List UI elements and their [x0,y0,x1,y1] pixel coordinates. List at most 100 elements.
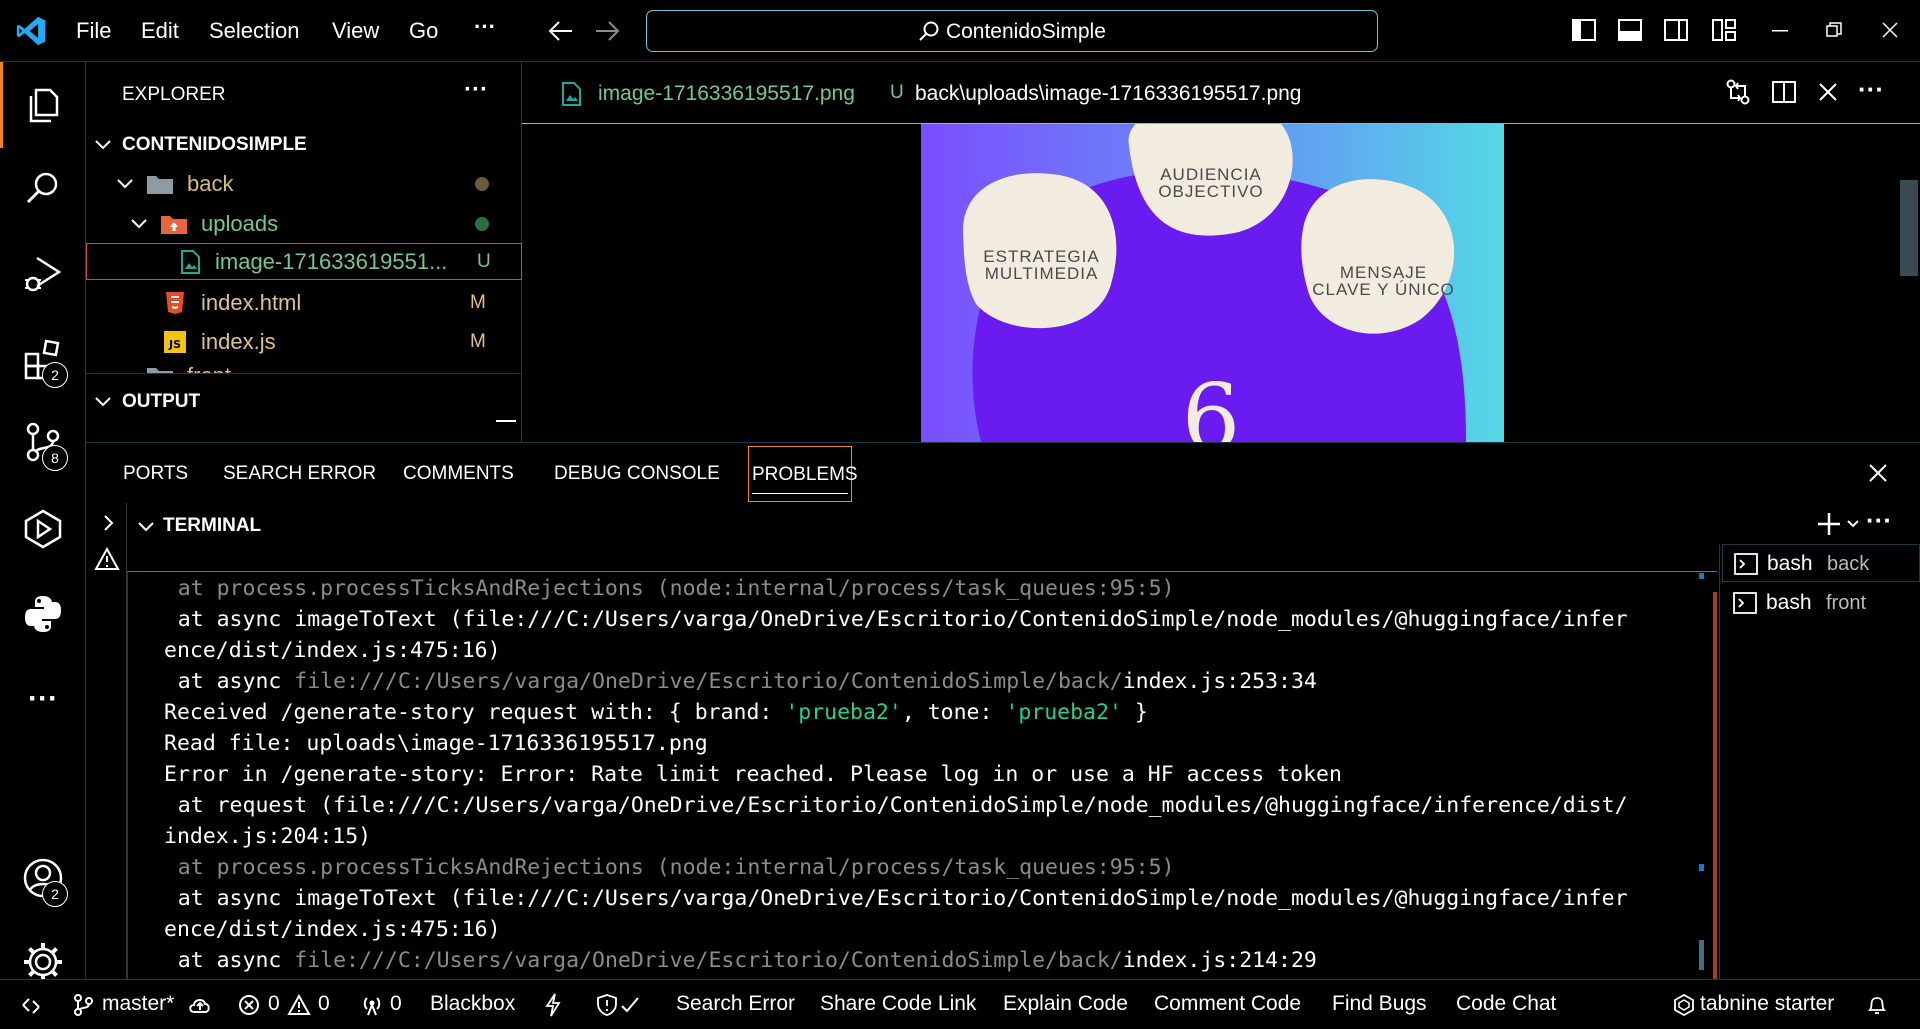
bell-icon[interactable] [1866,993,1888,1017]
branch-icon[interactable] [72,993,94,1017]
minimize-icon[interactable] [1772,30,1788,34]
close-tab-icon[interactable] [1818,82,1838,102]
accounts-button[interactable]: 2 [0,843,86,913]
find-bugs-button[interactable]: Find Bugs [1332,992,1427,1016]
search-button[interactable] [0,154,86,224]
menu-edit[interactable]: Edit [141,18,179,44]
comment-code-button[interactable]: Comment Code [1154,992,1301,1016]
tabnine-icon[interactable] [1674,994,1694,1016]
run-debug-button[interactable] [0,239,86,309]
error-icon[interactable] [238,994,260,1016]
sash-handle[interactable] [496,420,516,422]
open-changes-icon[interactable] [1724,78,1752,106]
tree-item-index-js[interactable]: JS index.js M [86,322,522,361]
lightning-icon[interactable] [544,993,562,1017]
terminal-line: Error in /generate-story: Error: Rate li… [164,762,1342,787]
back-arrow-icon[interactable] [548,20,574,42]
status-letter: U [477,250,491,272]
section-divider [86,373,522,374]
terminal-more-button[interactable]: ··· [1866,505,1892,536]
toggle-sidebar-icon[interactable] [1570,16,1598,44]
tab-comments[interactable]: COMMENTS [403,463,514,485]
shield-check-icon[interactable] [596,993,644,1017]
breadcrumb[interactable]: back\uploads\image-1716336195517.png [915,82,1301,106]
tab-debug-console[interactable]: DEBUG CONSOLE [554,463,720,485]
terminal-icon [1733,592,1757,614]
chevron-down-icon[interactable] [1846,519,1860,529]
branch-name[interactable]: master* [102,992,174,1016]
menu-go[interactable]: Go [409,18,438,44]
terminal-line: at process.processTicksAndRejections (no… [127,855,1175,880]
tree-item-back[interactable]: back [86,164,522,203]
tree-item-label: back [187,170,234,196]
command-center[interactable]: ContenidoSimple [646,10,1378,52]
extensions-badge: 2 [42,362,68,388]
more-views-button[interactable]: ··· [0,664,86,734]
accounts-badge: 2 [42,881,68,907]
tree-item-label: index.html [201,289,302,315]
split-editor-icon[interactable] [1770,78,1798,106]
terminal-scrollbar[interactable] [1713,572,1717,992]
editor-scrollbar-thumb[interactable] [1900,180,1918,276]
terminal-list: bash back bash front [1719,544,1920,980]
customize-layout-icon[interactable] [1710,16,1738,44]
tree-item-image[interactable]: image-171633619551... U [86,243,522,280]
output-title: OUTPUT [122,391,201,412]
close-window-icon[interactable] [1882,22,1898,38]
vscode-logo-icon [16,16,46,46]
run-debug-icon [25,256,62,292]
menu-file[interactable]: File [76,18,111,44]
code-chat-button[interactable]: Code Chat [1456,992,1556,1016]
tree-item-front-clipped[interactable]: front [86,361,522,373]
terminal-icon [1734,553,1758,575]
close-panel-icon[interactable] [1868,463,1888,483]
toggle-secondary-sidebar-icon[interactable] [1662,16,1690,44]
output-section-header[interactable]: OUTPUT [86,382,522,422]
terminal-line: Read file: uploads\image-1716336195517.p… [164,731,708,756]
search-error-button[interactable]: Search Error [676,992,795,1016]
terminal-output[interactable]: at process.processTicksAndRejections (no… [127,571,1717,979]
new-terminal-icon[interactable] [1816,511,1842,537]
warning-icon[interactable] [287,994,311,1016]
tree-item-uploads[interactable]: uploads [86,204,522,243]
tabnine-status[interactable]: tabnine starter [1700,992,1834,1016]
broadcast-icon[interactable] [360,994,384,1016]
terminal-item-front[interactable]: bash front [1722,584,1920,622]
terminal-line: at async file:///C:/Users/varga/OneDrive… [127,948,1317,973]
explorer-more-button[interactable]: ··· [464,76,488,104]
js-file-icon: JS [164,330,186,353]
share-code-link-button[interactable]: Share Code Link [820,992,976,1016]
tab-filename[interactable]: image-1716336195517.png [598,82,855,106]
explain-code-button[interactable]: Explain Code [1003,992,1128,1016]
ports-count[interactable]: 0 [390,992,402,1016]
extensions-button[interactable]: 2 [0,324,86,394]
terminal-title: TERMINAL [163,515,262,536]
menu-more[interactable]: ··· [474,14,496,40]
error-count[interactable]: 0 [268,992,280,1016]
tree-item-index-html[interactable]: index.html M [86,283,522,322]
tab-problems[interactable]: PROBLEMS [748,446,858,502]
image-text-mensaje: MENSAJE CLAVE Y ÚNICO [1312,263,1455,299]
warning-count[interactable]: 0 [318,992,330,1016]
chevron-right-icon[interactable] [98,513,118,533]
editor-more-button[interactable]: ··· [1858,74,1884,105]
tab-search-error[interactable]: SEARCH ERROR [223,463,376,485]
python-button[interactable] [0,579,86,649]
restore-icon[interactable] [1826,22,1842,38]
menu-view[interactable]: View [332,18,379,44]
menu-selection[interactable]: Selection [209,18,300,44]
sync-cloud-icon[interactable] [188,994,212,1016]
tab-ports[interactable]: PORTS [123,463,188,485]
remote-explorer-button[interactable] [0,494,86,564]
terminal-item-back[interactable]: bash back [1722,544,1920,582]
workspace-folder[interactable]: CONTENIDOSIMPLE [86,125,522,164]
source-control-button[interactable]: 8 [0,407,86,477]
blackbox-button[interactable]: Blackbox [430,992,515,1016]
explorer-button[interactable] [0,70,86,140]
forward-arrow-icon[interactable] [594,20,620,42]
remote-icon[interactable] [20,995,42,1017]
chevron-down-icon[interactable] [136,516,156,536]
toggle-panel-icon[interactable] [1616,16,1644,44]
chevron-down-icon [95,139,111,149]
upload-folder-icon [161,215,187,234]
